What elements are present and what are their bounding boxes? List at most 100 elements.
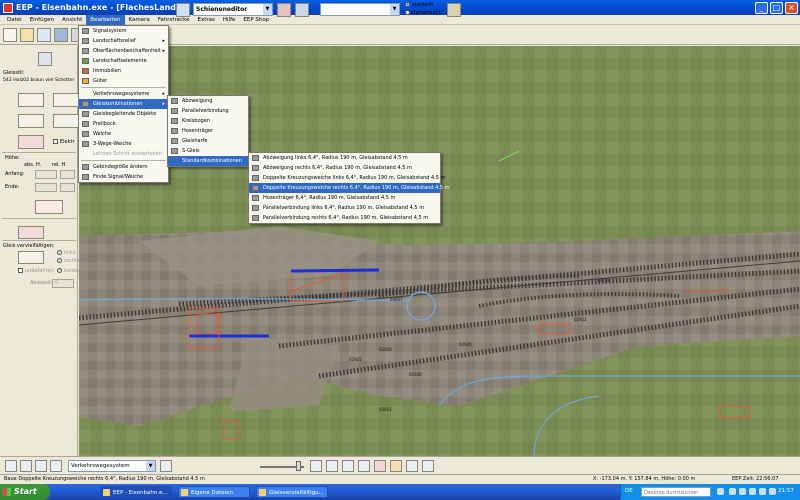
new-file-icon[interactable] (3, 27, 17, 42)
submenu-item-standardkombinationen[interactable]: Standardkombinationen (168, 156, 248, 166)
task-eigene-dateien[interactable]: Eigene Dateien (178, 486, 250, 498)
menu-item-signalsystem[interactable]: Signalsystem (79, 26, 168, 36)
radio-dynamisch[interactable] (405, 10, 410, 15)
menu-item-landschaftsrelief[interactable]: Landschaftsrelief ▸ (79, 36, 168, 46)
submenu-item-dkw-rechts[interactable]: Doppelte Kreuzungsweiche rechts 6,4°, Ra… (249, 183, 450, 193)
maximize-button[interactable]: □ (770, 1, 783, 14)
opt-links-row[interactable]: links (57, 250, 75, 256)
track-delete-button[interactable] (18, 135, 44, 149)
submenu-item-parallelverbindung[interactable]: Parallelverbindung (168, 106, 248, 116)
update-icon[interactable] (759, 488, 766, 495)
text-icon[interactable] (35, 460, 47, 472)
track-switch-button[interactable] (18, 114, 44, 128)
undo-icon[interactable] (406, 460, 418, 472)
tray-icon[interactable] (769, 488, 776, 495)
clock[interactable]: 21:57 (778, 488, 794, 494)
rotate-icon[interactable] (310, 460, 322, 472)
unbefahren-checkbox[interactable] (18, 268, 23, 273)
radio-beidseitig[interactable] (57, 268, 62, 273)
object-select[interactable]: ▼ (320, 3, 400, 16)
radio-rechts[interactable] (57, 258, 62, 263)
submenu-item-abzweigung[interactable]: Abzweigung (168, 96, 248, 106)
anfang-rel-field[interactable] (60, 170, 75, 179)
submenu-item-dkw-links[interactable]: Doppelte Kreuzungsweiche links 6,4°, Rad… (249, 173, 445, 183)
search-icon[interactable] (717, 488, 724, 495)
save-as-icon[interactable] (54, 27, 68, 42)
anfang-abs-field[interactable] (35, 170, 57, 179)
opt-rechts-row[interactable]: rechts (57, 258, 80, 264)
train-icon[interactable] (374, 460, 386, 472)
menu-datei[interactable]: Datei (3, 15, 26, 25)
submenu-item-hosentraeger[interactable]: Hosenträger (168, 126, 248, 136)
menu-hilfe[interactable]: Hilfe (219, 15, 240, 25)
menu-item-3-wege-weiche[interactable]: 3-Wege-Weiche (79, 139, 168, 149)
menu-item-verkehrswegesysteme[interactable]: Verkehrswegesysteme ▸ (79, 89, 168, 99)
menu-extras[interactable]: Extras (194, 15, 219, 25)
submenu-item-parallel-rechts[interactable]: Parallelverbindung rechts 6,4°, Radius 1… (249, 213, 440, 223)
radio-links[interactable] (57, 250, 62, 255)
submenu-item-gleisharfe[interactable]: Gleisharfe (168, 136, 248, 146)
slider-thumb[interactable] (296, 461, 301, 471)
zoom-icon[interactable] (176, 3, 190, 17)
menu-item-gleiskombinationen[interactable]: Gleiskombinationen ▸ (79, 99, 168, 109)
package-icon[interactable] (390, 460, 402, 472)
tools-icon[interactable] (447, 3, 461, 17)
menu-item-repeat-last[interactable]: Letzten Schritt wiederholen (79, 149, 168, 159)
opt-unbefahren-row[interactable]: unbefahren (18, 268, 54, 274)
menu-item-prellbock[interactable]: Prellbock (79, 119, 168, 129)
ende-abs-field[interactable] (35, 183, 57, 192)
menu-item-finde-signal[interactable]: Finde Signal/Weiche (79, 172, 168, 182)
language-indicator[interactable]: DE (625, 488, 633, 494)
menu-item-weiche[interactable]: Weiche (79, 129, 168, 139)
elektr-checkbox-row[interactable]: Elektr (53, 139, 75, 145)
switch-tool-icon[interactable] (295, 3, 309, 17)
abstand-field[interactable]: 0 (52, 279, 74, 288)
radio-statisch[interactable] (405, 2, 410, 7)
menu-einfuegen[interactable]: Einfügen (26, 15, 58, 25)
height-apply-button[interactable] (35, 200, 63, 214)
zoom-out-icon[interactable] (342, 460, 354, 472)
traffic-system-select[interactable]: Verkehrswegesystem ▼ (68, 460, 156, 472)
menu-item-gebindegroesse[interactable]: Gebindegröße ändern (79, 162, 168, 172)
menu-item-immobilien[interactable]: Immobilien (79, 66, 168, 76)
redo-icon[interactable] (422, 460, 434, 472)
track-straight-button[interactable] (18, 93, 44, 107)
submenu-item-s-gleis[interactable]: S-Gleis (168, 146, 248, 156)
cursor-icon[interactable] (160, 460, 172, 472)
height-icon[interactable] (20, 460, 32, 472)
editor-select[interactable]: Schieneneditor ▼ (193, 3, 273, 16)
grid-icon[interactable] (5, 460, 17, 472)
track-switch2-button[interactable] (53, 114, 79, 128)
task-eep[interactable]: EEP - Eisenbahn.e... (100, 486, 172, 498)
menu-bearbeiten[interactable]: Bearbeiten (86, 14, 125, 25)
submenu-item-abzweigung-links[interactable]: Abzweigung links 6,4°, Radius 190 m, Gle… (249, 153, 440, 163)
close-button[interactable]: × (785, 1, 798, 14)
submenu-item-parallel-links[interactable]: Parallelverbindung links 6,4°, Radius 19… (249, 203, 440, 213)
center-icon[interactable] (358, 460, 370, 472)
chevron-down-icon[interactable]: ▼ (146, 461, 155, 471)
menu-item-landschaftselemente[interactable]: Landschaftselemente (79, 56, 168, 66)
pen-icon[interactable] (50, 460, 62, 472)
menu-eep-shop[interactable]: EEP Shop (239, 15, 273, 25)
submenu-item-kreisbogen[interactable]: Kreisbogen (168, 116, 248, 126)
ende-rel-field[interactable] (60, 183, 75, 192)
track-copy-button[interactable] (18, 226, 44, 239)
network-icon[interactable] (729, 488, 736, 495)
menu-item-oberflaeche[interactable]: Oberflächenbeschaffenheit ▸ (79, 46, 168, 56)
chevron-down-icon[interactable]: ▼ (390, 4, 399, 15)
desktop-search-input[interactable]: Desktop durchsuchen (641, 487, 711, 497)
submenu-item-abzweigung-rechts[interactable]: Abzweigung rechts 6,4°, Radius 190 m, Gl… (249, 163, 440, 173)
start-button[interactable]: Start (0, 484, 50, 500)
eject-button[interactable] (38, 52, 52, 66)
open-folder-icon[interactable] (20, 27, 34, 42)
zoom-in-icon[interactable] (326, 460, 338, 472)
minimize-button[interactable]: _ (755, 1, 768, 14)
task-gleisvervielfaeltigung[interactable]: Gleisvervielfältigu... (256, 486, 328, 498)
menu-item-gleisbegleitende[interactable]: Gleisbegleitende Objekte (79, 109, 168, 119)
chevron-down-icon[interactable]: ▼ (263, 4, 272, 15)
submenu-item-hosentraeger[interactable]: Hosenträger 6,4°, Radius 190 m, Gleisabs… (249, 193, 440, 203)
volume-icon[interactable] (739, 488, 746, 495)
elektr-checkbox[interactable] (53, 139, 58, 144)
track-curve-button[interactable] (53, 93, 79, 107)
multiply-track-button[interactable] (18, 251, 44, 264)
